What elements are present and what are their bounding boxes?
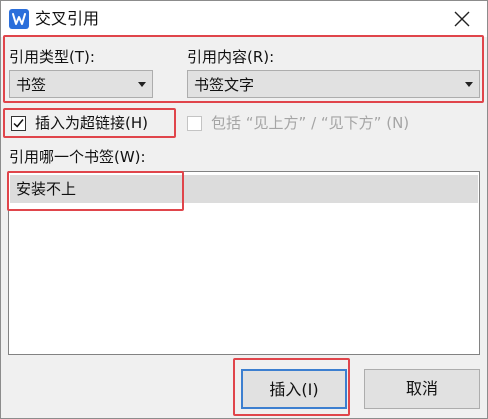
bookmark-listbox[interactable]: 安装不上 xyxy=(8,171,480,355)
close-icon xyxy=(454,11,470,27)
reference-type-label: 引用类型(T): xyxy=(9,48,95,66)
window-title: 交叉引用 xyxy=(35,9,100,28)
insert-button-label: 插入(I) xyxy=(269,380,319,399)
cross-reference-dialog: 交叉引用 引用类型(T): 书签 引用内容(R): 书签文字 插入为超链接(H)… xyxy=(0,0,488,419)
insert-button[interactable]: 插入(I) xyxy=(241,369,347,409)
bookmark-list-label: 引用哪一个书签(W): xyxy=(9,148,146,166)
include-position-label: 包括 “见上方” / “见下方” (N) xyxy=(211,114,410,132)
list-item-label: 安装不上 xyxy=(16,180,77,198)
reference-content-value: 书签文字 xyxy=(194,76,255,94)
insert-hyperlink-label[interactable]: 插入为超链接(H) xyxy=(35,113,148,133)
wps-writer-icon xyxy=(9,9,29,29)
chevron-down-icon xyxy=(465,82,473,87)
reference-type-select[interactable]: 书签 xyxy=(9,70,153,98)
list-item[interactable]: 安装不上 xyxy=(10,175,478,203)
include-position-checkbox[interactable] xyxy=(187,116,202,131)
checkmark-icon xyxy=(13,119,24,128)
reference-type-value: 书签 xyxy=(16,76,47,94)
cancel-button[interactable]: 取消 xyxy=(364,369,480,409)
reference-content-label: 引用内容(R): xyxy=(187,48,275,66)
cancel-button-label: 取消 xyxy=(405,379,438,398)
title-bar: 交叉引用 xyxy=(1,1,487,37)
chevron-down-icon xyxy=(138,82,146,87)
close-button[interactable] xyxy=(445,5,479,33)
reference-content-select[interactable]: 书签文字 xyxy=(187,70,480,98)
insert-hyperlink-checkbox[interactable] xyxy=(11,116,26,131)
